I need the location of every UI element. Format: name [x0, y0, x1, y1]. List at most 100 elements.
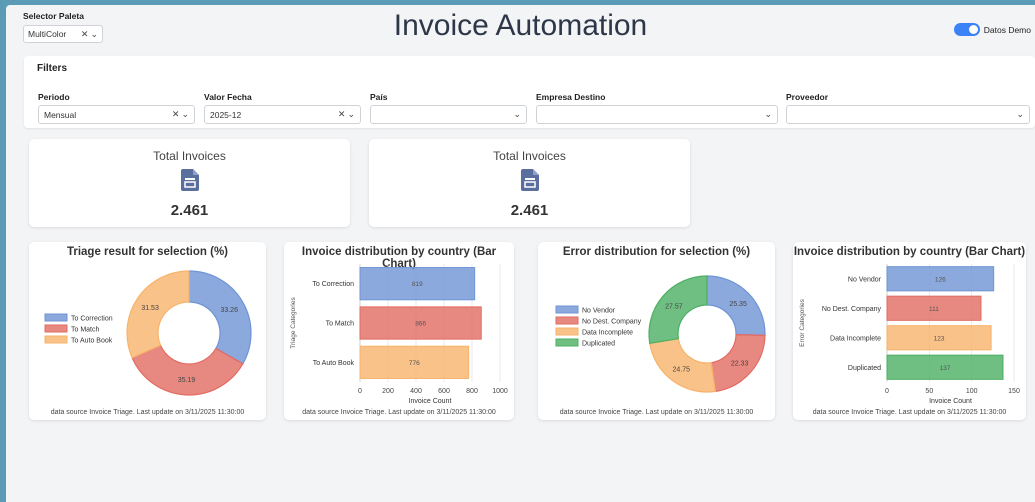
legend-swatch — [44, 313, 68, 322]
triage-bar-card: Invoice distribution by country (Bar Cha… — [284, 242, 514, 420]
filter-label: Valor Fecha — [204, 92, 252, 102]
data-label: 137 — [940, 365, 951, 372]
donut-slice — [649, 337, 717, 393]
data-label: 25.35 — [729, 301, 747, 308]
proveedor-select[interactable]: ⌄ — [786, 105, 1030, 124]
legend-label: To Correction — [71, 316, 113, 323]
demo-data-label: Datos Demo — [983, 24, 1031, 35]
x-axis-label: Invoice Count — [929, 398, 972, 405]
x-axis-label: Invoice Count — [409, 398, 452, 405]
legend-swatch — [555, 327, 579, 336]
kpi-title: Total Invoices — [493, 149, 566, 163]
y-tick-label: To Correction — [312, 281, 354, 288]
chevron-down-icon[interactable]: ⌄ — [181, 109, 189, 120]
demo-data-toggle[interactable] — [953, 23, 980, 36]
chart-title: Error distribution for selection (%) — [562, 246, 751, 258]
error-bar-chart: 0 50 100 150 126 No Vendor 111 No Dest. Company… — [799, 264, 1020, 405]
legend-swatch — [44, 335, 68, 344]
error-bar-card: Invoice distribution by country (Bar Cha… — [793, 242, 1026, 420]
clear-icon[interactable]: ✕ — [338, 109, 346, 120]
filters-title: Filters — [37, 63, 68, 74]
donut-slice — [126, 270, 190, 359]
error-donut-chart: 25.35 22.33 24.75 27.57 No Vendor No Dest. Co… — [555, 275, 766, 393]
legend-label: Data Incomplete — [582, 330, 633, 337]
chevron-down-icon[interactable]: ⌄ — [347, 109, 355, 120]
chevron-down-icon[interactable]: ⌄ — [764, 109, 772, 120]
kpi-title: Total Invoices — [153, 149, 226, 163]
demo-toggle-group: Datos Demo — [953, 23, 1031, 36]
error-donut-card: Error distribution for selection (%) 25.… — [538, 242, 775, 420]
data-label: 31.53 — [141, 305, 159, 312]
y-tick-label: No Vendor — [848, 276, 882, 283]
filter-label: Periodo — [38, 92, 70, 102]
x-tick-label: 0 — [885, 388, 889, 395]
x-tick-label: 0 — [358, 388, 362, 395]
y-tick-label: Duplicated — [848, 365, 881, 372]
filter-valor-fecha: Valor Fecha 2025-12 ✕ ⌄ — [204, 92, 361, 124]
x-tick-label: 200 — [382, 388, 394, 395]
chart-footnote: data source Invoice Triage. Last update … — [812, 409, 1007, 416]
data-label: 123 — [934, 335, 945, 342]
x-tick-label: 600 — [438, 388, 450, 395]
app-window: Selector Paleta MultiColor ✕ ⌄ Invoice A… — [6, 5, 1035, 502]
kpi-card-total-invoices: Total Invoices 2.461 — [369, 139, 690, 227]
donut-slice — [188, 270, 252, 365]
y-tick-label: No Dest. Company — [822, 306, 882, 313]
legend-swatch — [555, 338, 579, 347]
kpi-value: 2.461 — [510, 202, 549, 219]
data-label: 866 — [415, 321, 426, 328]
triage-donut-chart: 33.26 35.19 31.53 To Correction To Match To A… — [44, 270, 252, 396]
y-tick-label: To Match — [326, 321, 355, 328]
filter-proveedor: Proveedor ⌄ — [786, 92, 1030, 124]
y-tick-label: Data Incomplete — [830, 335, 881, 342]
filter-value: Mensual — [44, 109, 77, 120]
kpi-value: 2.461 — [170, 202, 209, 219]
x-tick-label: 150 — [1008, 388, 1020, 395]
x-tick-label: 100 — [966, 388, 978, 395]
pais-select[interactable]: ⌄ — [370, 105, 527, 124]
legend-label: No Dest. Company — [582, 319, 642, 326]
clear-icon[interactable]: ✕ — [172, 109, 180, 120]
legend-label: No Vendor — [582, 308, 616, 315]
filter-pais: País ⌄ — [370, 92, 527, 124]
periodo-select[interactable]: Mensual ✕ ⌄ — [38, 105, 195, 124]
x-tick-label: 800 — [466, 388, 478, 395]
document-icon — [520, 169, 539, 191]
x-tick-label: 50 — [925, 388, 933, 395]
chart-title: Triage result for selection (%) — [66, 246, 229, 258]
data-label: 776 — [409, 360, 420, 367]
y-axis-label: Triage Categories — [290, 297, 297, 349]
filters-panel: Filters Periodo Mensual ✕ ⌄ Valor Fecha … — [24, 56, 1035, 128]
legend-label: Duplicated — [582, 341, 615, 348]
chart-footnote: data source Invoice Triage. Last update … — [559, 409, 754, 416]
chart-footnote: data source Invoice Triage. Last update … — [50, 409, 245, 416]
data-label: 126 — [935, 276, 946, 283]
data-label: 24.75 — [673, 367, 691, 374]
chevron-down-icon[interactable]: ⌄ — [1016, 109, 1024, 120]
triage-donut-card: Triage result for selection (%) 33.26 35.… — [29, 242, 266, 420]
filter-label: Proveedor — [786, 92, 829, 102]
empresa-destino-select[interactable]: ⌄ — [536, 105, 778, 124]
page-title: Invoice Automation — [393, 9, 648, 42]
filter-label: País — [370, 92, 388, 102]
data-label: 27.57 — [665, 303, 683, 310]
data-label: 33.26 — [220, 307, 238, 314]
triage-bar-chart: 0 200 400 600 800 1000 819 To Correction 866 To M… — [290, 264, 508, 405]
filter-empresa-destino: Empresa Destino ⌄ — [536, 92, 778, 124]
x-tick-label: 400 — [410, 388, 422, 395]
legend-label: To Auto Book — [71, 338, 113, 345]
kpi-card-total-invoices: Total Invoices 2.461 — [29, 139, 350, 227]
data-label: 819 — [412, 281, 423, 288]
legend-swatch — [44, 324, 68, 333]
legend-label: To Match — [71, 327, 100, 334]
chart-title: Invoice distribution by country (Bar Cha… — [793, 246, 1026, 258]
chevron-down-icon[interactable]: ⌄ — [513, 109, 521, 120]
y-tick-label: To Auto Book — [313, 360, 355, 367]
filter-label: Empresa Destino — [536, 92, 606, 102]
legend-swatch — [555, 305, 579, 314]
data-label: 22.33 — [731, 360, 749, 367]
valor-fecha-select[interactable]: 2025-12 ✕ ⌄ — [204, 105, 361, 124]
data-label: 35.19 — [178, 377, 196, 384]
document-icon — [180, 169, 199, 191]
data-label: 111 — [929, 306, 939, 313]
